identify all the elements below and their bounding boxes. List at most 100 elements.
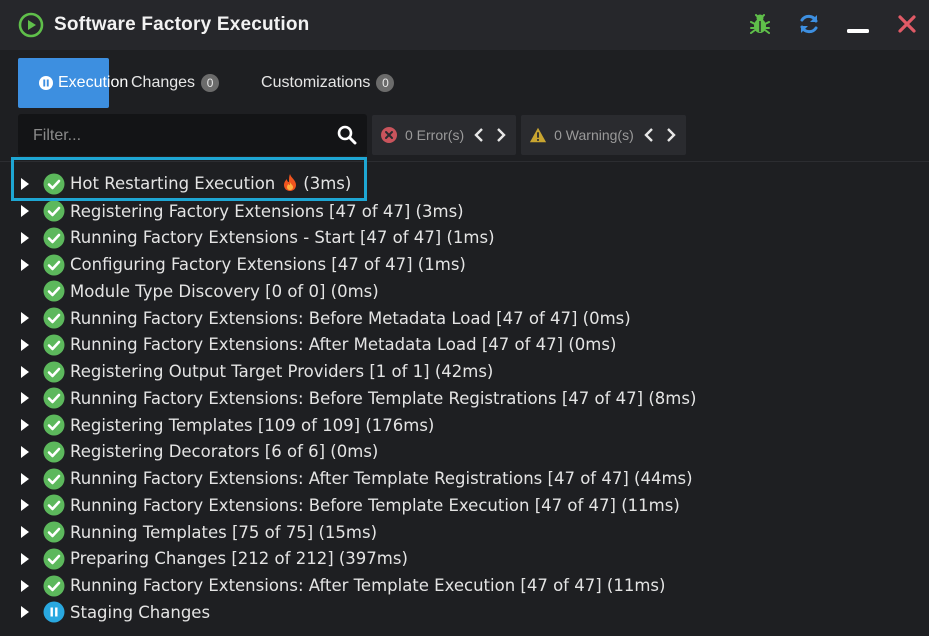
success-check-icon <box>43 254 65 276</box>
tree-row[interactable]: Preparing Changes [212 of 212] (397ms) <box>0 546 929 573</box>
success-check-icon <box>43 575 65 597</box>
tree-row-text: Running Templates [75 of 75] (15ms) <box>70 522 378 542</box>
tree-row[interactable]: Registering Factory Extensions [47 of 47… <box>0 198 929 225</box>
tree-row[interactable]: Registering Decorators [6 of 6] (0ms) <box>0 439 929 466</box>
tree-row[interactable]: Configuring Factory Extensions [47 of 47… <box>0 251 929 278</box>
tree-row[interactable]: Running Factory Extensions: Before Templ… <box>0 492 929 519</box>
expand-arrow-icon[interactable] <box>19 472 31 485</box>
tree-row[interactable]: Registering Output Target Providers [1 o… <box>0 358 929 385</box>
success-check-icon <box>43 441 65 463</box>
execution-tree: Hot Restarting Execution (3ms) Registering… <box>0 171 929 626</box>
tree-row-label: Running Factory Extensions: Before Templ… <box>70 389 696 408</box>
tree-row-text: Configuring Factory Extensions [47 of 47… <box>70 255 466 275</box>
minimize-icon[interactable] <box>844 10 872 38</box>
previous-error-button[interactable] <box>472 126 486 144</box>
tree-row[interactable]: Running Factory Extensions: After Metada… <box>0 332 929 359</box>
tree-row-label: Staging Changes <box>70 603 210 622</box>
tree-row[interactable]: Hot Restarting Execution (3ms) <box>0 171 929 198</box>
error-circle-icon <box>380 126 398 144</box>
tree-row-text: Module Type Discovery [0 of 0] (0ms) <box>70 281 379 301</box>
success-check-icon <box>43 494 65 516</box>
tree-row[interactable]: Running Templates [75 of 75] (15ms) <box>0 519 929 546</box>
warning-count: 0 Warning(s) <box>554 127 634 143</box>
expand-arrow-icon[interactable] <box>19 392 31 405</box>
play-icon <box>18 12 44 38</box>
tree-row-label: Running Factory Extensions: Before Templ… <box>70 496 680 515</box>
tree-row-label: Running Factory Extensions: Before Metad… <box>70 309 631 328</box>
expand-arrow-icon[interactable] <box>19 312 31 325</box>
success-check-icon <box>43 173 65 195</box>
tree-row[interactable]: Running Factory Extensions: Before Templ… <box>0 385 929 412</box>
tree-row[interactable]: Running Factory Extensions: Before Metad… <box>0 305 929 332</box>
tab-execution[interactable]: Execution <box>18 58 128 108</box>
expand-arrow-icon[interactable] <box>19 178 31 191</box>
success-check-icon <box>43 280 65 302</box>
tree-row-text: Running Factory Extensions: Before Metad… <box>70 308 631 328</box>
warning-triangle-icon <box>529 126 547 144</box>
next-warning-button[interactable] <box>664 126 678 144</box>
expand-arrow-icon[interactable] <box>19 419 31 432</box>
pause-circle-icon <box>38 75 54 91</box>
search-icon[interactable] <box>337 125 357 145</box>
tree-row-text: Registering Templates [109 of 109] (176m… <box>70 415 435 435</box>
tree-row[interactable]: Running Factory Extensions: After Templa… <box>0 572 929 599</box>
expand-arrow-icon[interactable] <box>19 365 31 378</box>
success-check-icon <box>43 307 65 329</box>
tree-row-label: Registering Templates [109 of 109] (176m… <box>70 416 434 435</box>
expand-arrow-icon[interactable] <box>19 579 31 592</box>
tree-row-label: Hot Restarting Execution (3ms) <box>70 173 352 195</box>
success-check-icon <box>43 227 65 249</box>
error-counter: 0 Error(s) <box>372 115 517 155</box>
tree-row-duration: (3ms) <box>303 173 352 193</box>
tree-row-text: Registering Factory Extensions [47 of 47… <box>70 201 464 221</box>
success-check-icon <box>43 468 65 490</box>
success-check-icon <box>43 414 65 436</box>
window-title: Software Factory Execution <box>54 14 310 35</box>
tree-row[interactable]: Running Factory Extensions: After Templa… <box>0 465 929 492</box>
tree-row-text: Running Factory Extensions: Before Templ… <box>70 388 697 408</box>
filter-input[interactable] <box>18 114 345 158</box>
tree-row-label: Registering Output Target Providers [1 o… <box>70 362 493 381</box>
error-count: 0 Error(s) <box>405 127 465 143</box>
expand-arrow-icon[interactable] <box>19 231 31 244</box>
divider <box>0 161 929 162</box>
tree-row-label: Preparing Changes [212 of 212] (397ms) <box>70 549 408 568</box>
tab-customizations[interactable]: Customizations 0 <box>241 58 414 108</box>
next-error-button[interactable] <box>494 126 508 144</box>
close-icon[interactable] <box>893 10 921 38</box>
tree-row-label: Registering Decorators [6 of 6] (0ms) <box>70 442 378 461</box>
tree-row[interactable]: Module Type Discovery [0 of 0] (0ms) <box>0 278 929 305</box>
previous-warning-button[interactable] <box>642 126 656 144</box>
tree-row-label: Running Templates [75 of 75] (15ms) <box>70 523 377 542</box>
tab-strip: Execution Changes 0 Customizations 0 <box>18 58 416 108</box>
expand-arrow-icon[interactable] <box>19 552 31 565</box>
success-check-icon <box>43 521 65 543</box>
tab-label: Customizations <box>261 74 371 91</box>
success-check-icon <box>43 361 65 383</box>
tree-row-label: Registering Factory Extensions [47 of 47… <box>70 202 464 221</box>
tree-row-label: Running Factory Extensions: After Templa… <box>70 576 665 595</box>
expand-arrow-icon[interactable] <box>19 338 31 351</box>
tree-row-text: Registering Output Target Providers [1 o… <box>70 362 494 382</box>
title-bar: Software Factory Execution <box>0 0 929 50</box>
bug-icon[interactable] <box>746 10 774 38</box>
tree-row-label: Running Factory Extensions: After Templa… <box>70 469 693 488</box>
warning-counter: 0 Warning(s) <box>521 115 686 155</box>
expand-arrow-icon[interactable] <box>19 499 31 512</box>
tree-row-text: Running Factory Extensions - Start [47 o… <box>70 228 495 248</box>
expand-arrow-icon[interactable] <box>19 258 31 271</box>
expand-arrow-icon[interactable] <box>19 205 31 218</box>
tree-row-label: Running Factory Extensions: After Metada… <box>70 335 616 354</box>
expand-arrow-icon[interactable] <box>19 445 31 458</box>
tree-row[interactable]: Running Factory Extensions - Start [47 o… <box>0 225 929 252</box>
tree-row[interactable]: Registering Templates [109 of 109] (176m… <box>0 412 929 439</box>
filter-box <box>18 114 367 158</box>
tab-changes[interactable]: Changes 0 <box>111 58 239 108</box>
success-check-icon <box>43 334 65 356</box>
tree-row-text: Running Factory Extensions: After Templa… <box>70 576 666 596</box>
refresh-icon[interactable] <box>795 10 823 38</box>
expand-arrow-icon[interactable] <box>19 526 31 539</box>
count-badge: 0 <box>201 74 220 92</box>
expand-arrow-icon[interactable] <box>19 606 31 619</box>
tree-row[interactable]: Staging Changes <box>0 599 929 626</box>
